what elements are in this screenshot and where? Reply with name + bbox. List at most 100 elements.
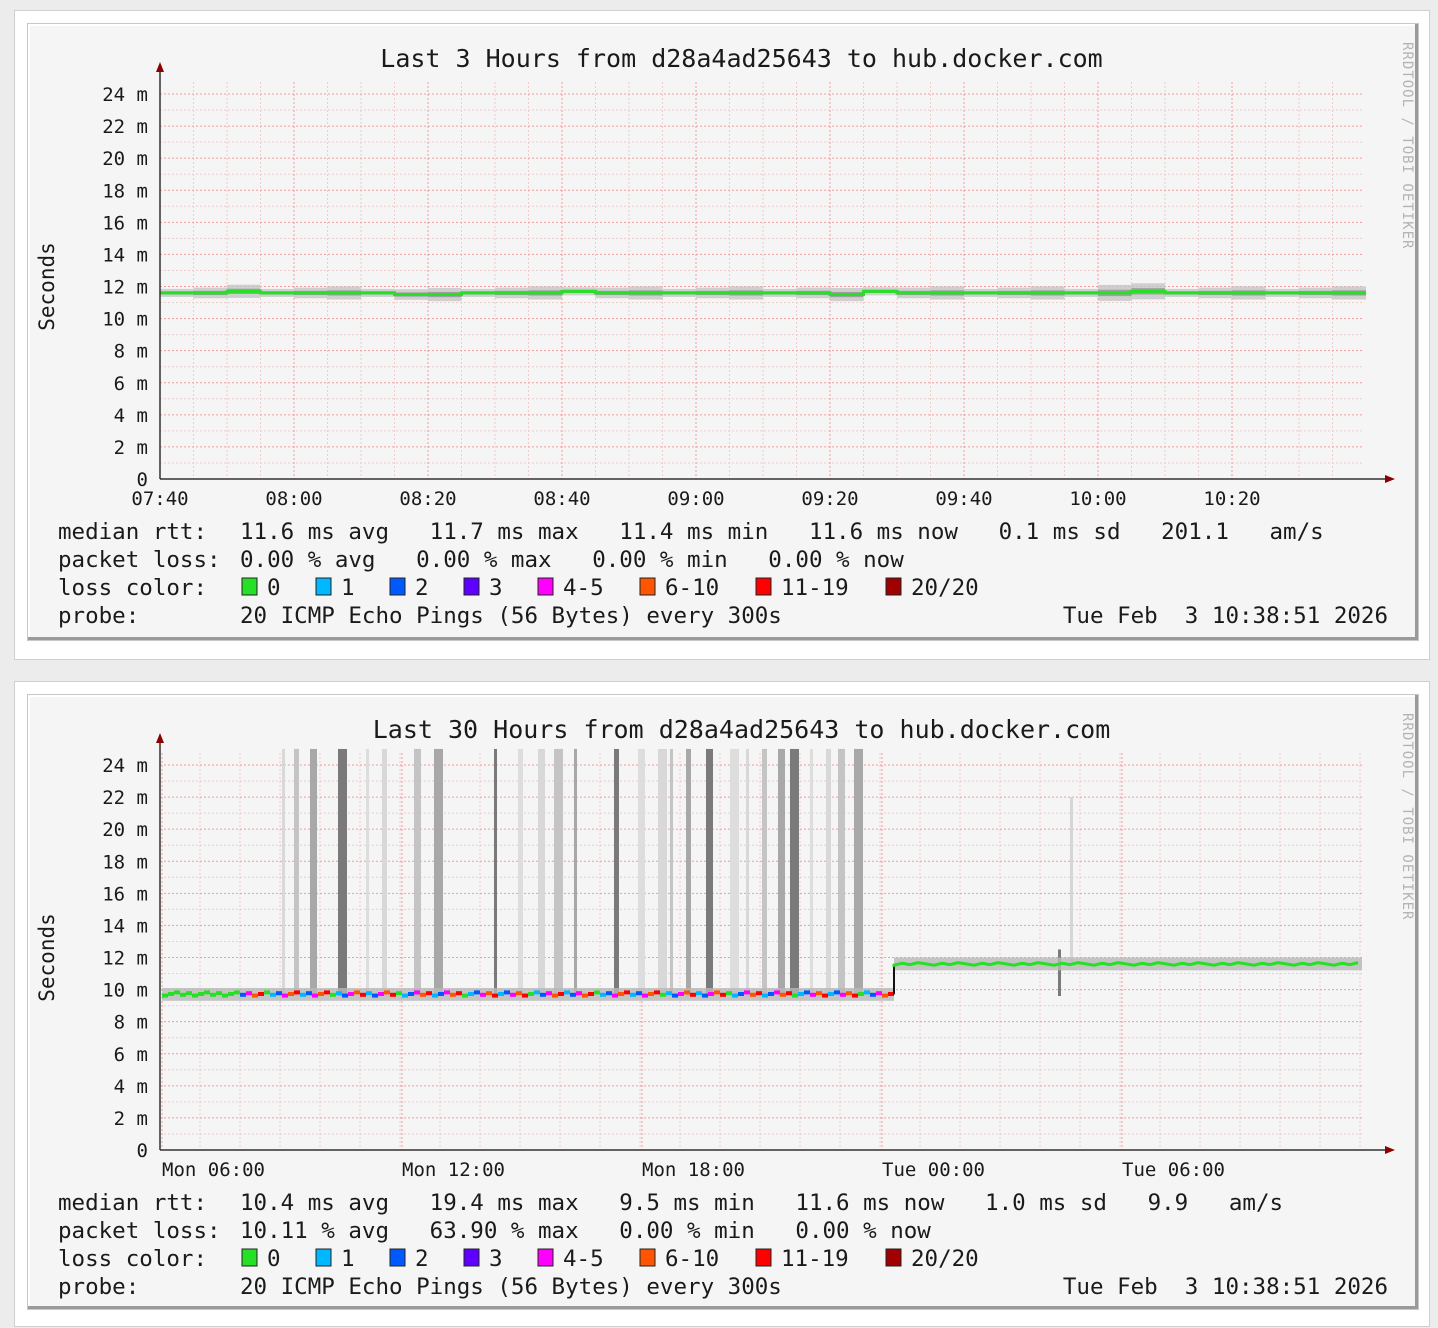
- y-tick-label: 22 m: [102, 787, 148, 809]
- y-tick-label: 6 m: [114, 1044, 148, 1066]
- median-rtt-segment: [396, 991, 402, 996]
- median-rtt-label: median rtt:: [58, 1190, 207, 1216]
- loss-color-swatch-label: 0: [267, 1246, 281, 1272]
- median-rtt-segment: [546, 991, 552, 996]
- median-rtt-segment: [366, 991, 372, 996]
- median-rtt-segment: [402, 993, 408, 998]
- timestamp: Tue Feb 3 10:38:51 2026: [1063, 1274, 1388, 1300]
- median-rtt-segment: [456, 991, 462, 996]
- y-tick-label: 8 m: [114, 341, 148, 363]
- median-rtt-segment: [822, 993, 828, 998]
- x-tick-label: Tue 06:00: [1122, 1159, 1225, 1181]
- rtt-spike: [762, 748, 767, 996]
- rtt-spike: [826, 748, 831, 996]
- median-rtt-segment: [474, 990, 480, 995]
- median-rtt-segment: [270, 992, 276, 997]
- x-tick-label: Mon 18:00: [642, 1159, 745, 1181]
- median-rtt-segment: [678, 991, 684, 996]
- y-tick-label: 20 m: [102, 148, 148, 170]
- median-rtt-segment: [480, 992, 486, 997]
- probe-label: probe:: [58, 603, 139, 629]
- chart-3-hours: Last 3 Hours from d28a4ad25643 to hub.do…: [35, 42, 1415, 629]
- median-rtt-segment: [666, 991, 672, 996]
- median-rtt-segment: [462, 993, 468, 998]
- median-rtt-segment: [786, 991, 792, 996]
- loss-color-label: loss color:: [58, 1246, 207, 1272]
- x-tick-label: 10:20: [1203, 488, 1260, 510]
- y-tick-label: 6 m: [114, 373, 148, 395]
- rtt-spike: [658, 748, 667, 996]
- graph-card-30h: Last 30 Hours from d28a4ad25643 to hub.d…: [14, 681, 1430, 1327]
- y-tick-label: 18 m: [102, 180, 148, 202]
- median-rtt-segment: [762, 993, 768, 998]
- rtt-spike: [554, 748, 563, 996]
- packet-loss-values: 10.11 % avg 63.90 % max 0.00 % min 0.00 …: [240, 1218, 931, 1244]
- median-rtt-label: median rtt:: [58, 519, 207, 545]
- median-rtt-segment: [726, 991, 732, 996]
- median-rtt-segment: [612, 993, 618, 998]
- x-axis-arrow: [1385, 1146, 1395, 1154]
- x-tick-label: Mon 06:00: [162, 1159, 265, 1181]
- loss-color-swatch-label: 0: [267, 575, 281, 601]
- median-rtt-segment: [768, 991, 774, 996]
- median-rtt-segment: [720, 992, 726, 997]
- median-rtt-segment: [642, 993, 648, 998]
- loss-color-swatch-label: 6-10: [665, 575, 719, 601]
- median-rtt-segment: [210, 992, 216, 997]
- packet-loss-label: packet loss:: [58, 1218, 221, 1244]
- median-rtt-segment: [756, 991, 762, 996]
- y-tick-label: 18 m: [102, 851, 148, 873]
- y-tick-label: 12 m: [102, 277, 148, 299]
- rtt-spike: [790, 748, 799, 996]
- median-rtt-line: [892, 961, 1359, 968]
- median-rtt-segment: [252, 993, 258, 998]
- y-tick-label: 10 m: [102, 309, 148, 331]
- loss-color-swatch: [755, 577, 772, 596]
- rtt-spike: [854, 748, 863, 996]
- median-rtt-segment: [306, 991, 312, 996]
- rtt-spike: [638, 748, 645, 996]
- loss-color-swatch-label: 20/20: [911, 575, 979, 601]
- rtt-spike: [1070, 797, 1073, 963]
- median-rtt-segment: [276, 991, 282, 996]
- median-rtt-segment: [636, 991, 642, 996]
- median-rtt-segment: [360, 992, 366, 997]
- median-rtt-segment: [600, 992, 606, 997]
- chart-title: Last 30 Hours from d28a4ad25643 to hub.d…: [373, 715, 1111, 744]
- median-rtt-segment: [780, 992, 786, 997]
- median-rtt-segment: [426, 991, 432, 996]
- probe-description: 20 ICMP Echo Pings (56 Bytes) every 300s: [240, 1274, 782, 1300]
- rtt-spike: [670, 748, 673, 996]
- loss-color-swatch-label: 1: [341, 575, 355, 601]
- x-tick-label: 09:40: [935, 488, 992, 510]
- y-tick-label: 24 m: [102, 755, 148, 777]
- y-tick-label: 4 m: [114, 1076, 148, 1098]
- median-rtt-segment: [834, 990, 840, 995]
- loss-color-swatch: [315, 577, 332, 596]
- rtt-spike: [414, 748, 421, 996]
- y-tick-label: 2 m: [114, 437, 148, 459]
- y-tick-label: 20 m: [102, 819, 148, 841]
- median-rtt-segment: [534, 990, 540, 995]
- median-rtt-segment: [198, 991, 204, 996]
- median-rtt-segment: [342, 993, 348, 998]
- x-tick-label: 09:20: [801, 488, 858, 510]
- median-rtt-segment: [540, 992, 546, 997]
- y-tick-label: 12 m: [102, 948, 148, 970]
- median-rtt-segment: [420, 992, 426, 997]
- median-rtt-segment: [186, 991, 192, 996]
- loss-color-swatch: [463, 1248, 480, 1267]
- median-rtt-segment: [450, 992, 456, 997]
- rtt-spike: [382, 748, 387, 996]
- rtt-spike: [310, 748, 317, 996]
- x-tick-label: 08:20: [399, 488, 456, 510]
- median-rtt-segment: [444, 990, 450, 995]
- median-rtt-segment: [810, 992, 816, 997]
- median-rtt-segment: [708, 991, 714, 996]
- loss-color-swatch-label: 3: [489, 1246, 503, 1272]
- rrdtool-credit: RRDTOOL / TOBI OETIKER: [1399, 713, 1415, 920]
- chart-30-hours: Last 30 Hours from d28a4ad25643 to hub.d…: [35, 713, 1415, 1300]
- loss-color-swatch: [463, 577, 480, 596]
- loss-color-swatch-label: 2: [415, 575, 429, 601]
- median-rtt-segment: [798, 991, 804, 996]
